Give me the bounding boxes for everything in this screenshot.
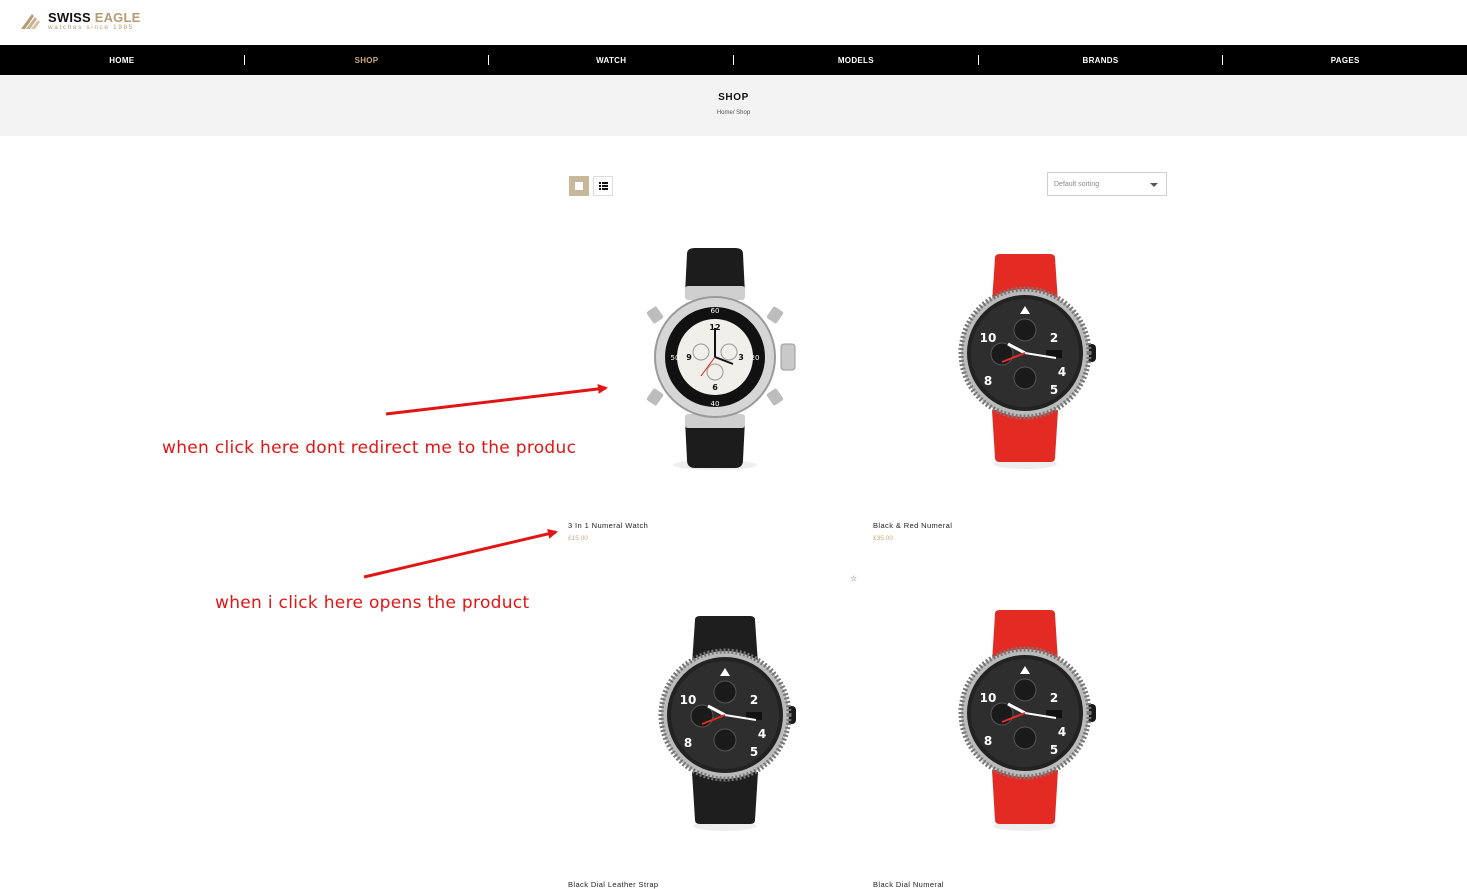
svg-text:6: 6 xyxy=(712,383,718,392)
annotation-note-title: when i click here opens the product xyxy=(215,593,530,613)
product-title-1[interactable]: 3 In 1 Numeral Watch xyxy=(568,521,648,530)
brand-name-first: SWISS xyxy=(48,9,91,25)
svg-text:10: 10 xyxy=(980,691,997,705)
page-title-banner: SHOP Home/ Shop xyxy=(0,75,1467,136)
sort-select[interactable]: Default sorting xyxy=(1047,172,1167,196)
svg-text:10: 10 xyxy=(680,693,697,707)
nav-item-shop[interactable]: SHOP xyxy=(245,56,489,65)
product-image-1[interactable]: 60204050 12369 xyxy=(605,248,825,473)
product-title-2[interactable]: Black & Red Numeral xyxy=(873,521,952,530)
grid-view-icon xyxy=(575,182,583,190)
product-price-1: £15.00 xyxy=(568,535,588,542)
svg-text:2: 2 xyxy=(750,693,758,707)
breadcrumb: Home/ Shop xyxy=(0,110,1467,116)
grid-view-button[interactable] xyxy=(569,176,589,196)
svg-text:4: 4 xyxy=(758,727,766,741)
svg-text:8: 8 xyxy=(684,736,692,750)
breadcrumb-home-link[interactable]: Home xyxy=(717,110,733,116)
svg-text:5: 5 xyxy=(1050,383,1058,397)
nav-item-watch[interactable]: WATCH xyxy=(489,56,733,65)
breadcrumb-separator: / xyxy=(732,110,735,116)
svg-text:2: 2 xyxy=(1050,691,1058,705)
nav-item-pages[interactable]: PAGES xyxy=(1223,56,1467,65)
svg-text:4: 4 xyxy=(1058,365,1066,379)
brand-tagline: watches since 1985 xyxy=(48,23,134,31)
product-image-3[interactable]: 10 2 5 8 4 xyxy=(640,612,810,832)
list-view-button[interactable] xyxy=(593,176,613,196)
svg-text:40: 40 xyxy=(711,400,720,408)
svg-text:3: 3 xyxy=(738,353,744,362)
svg-text:2: 2 xyxy=(1050,331,1058,345)
svg-text:8: 8 xyxy=(984,374,992,388)
chevron-down-icon xyxy=(1150,183,1158,187)
annotation-note-image: when click here dont redirect me to the … xyxy=(162,438,577,458)
svg-text:5: 5 xyxy=(1050,743,1058,757)
svg-text:20: 20 xyxy=(751,354,760,362)
breadcrumb-current: Shop xyxy=(736,110,751,116)
main-nav: HOME SHOP WATCH MODELS BRANDS PAGES xyxy=(0,45,1467,75)
svg-text:60: 60 xyxy=(711,307,720,315)
nav-item-models[interactable]: MODELS xyxy=(734,56,978,65)
annotation-arrow-image xyxy=(385,383,608,416)
product-image-2[interactable]: 10 2 5 8 4 xyxy=(940,250,1110,470)
page-title: SHOP xyxy=(718,92,749,103)
svg-text:9: 9 xyxy=(686,353,692,362)
annotation-arrow-title xyxy=(363,528,558,579)
nav-item-home[interactable]: HOME xyxy=(0,56,244,65)
svg-text:50: 50 xyxy=(671,354,680,362)
eagle-wing-icon xyxy=(21,14,40,29)
brand-name: SWISS EAGLE xyxy=(48,11,141,24)
nav-item-brands[interactable]: BRANDS xyxy=(979,56,1223,65)
svg-text:5: 5 xyxy=(750,745,758,759)
product-price-2: £35.00 xyxy=(873,535,893,542)
list-view-icon xyxy=(598,182,608,190)
svg-text:10: 10 xyxy=(980,331,997,345)
sort-select-value: Default sorting xyxy=(1054,180,1100,188)
brand-name-second: EAGLE xyxy=(94,9,141,25)
star-icon: ☆ xyxy=(850,574,858,583)
site-logo[interactable]: SWISS EAGLE watches since 1985 xyxy=(20,8,141,34)
svg-text:8: 8 xyxy=(984,734,992,748)
product-image-4[interactable]: 10 2 5 8 4 xyxy=(940,606,1110,832)
svg-text:4: 4 xyxy=(1058,725,1066,739)
